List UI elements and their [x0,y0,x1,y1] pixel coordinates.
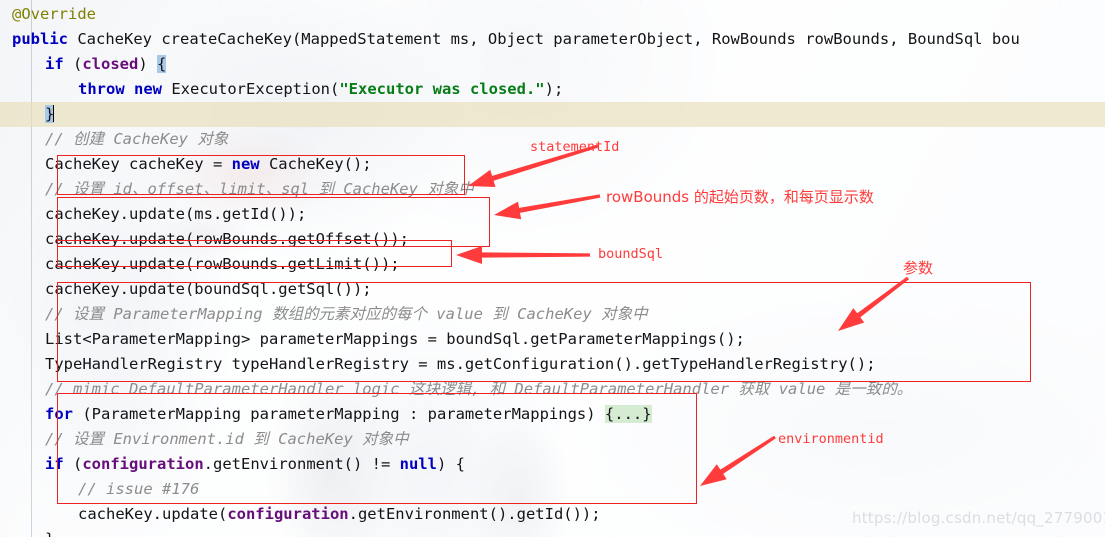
annotation-label-bound-sql: boundSql [598,246,664,262]
arrow-bound-sql [456,246,590,264]
annotation-label-statement-id: statementId [530,139,620,155]
arrow-environment-id [700,435,776,486]
arrow-parameters [838,276,909,331]
annotation-label-parameters: 参数 [903,259,934,277]
annotation-label-row-bounds: rowBounds 的起始页数，和每页显示数 [606,188,874,206]
annotation-label-environment-id: environmentid [778,431,884,447]
code-screenshot: @Override public CacheKey createCacheKey(… [0,0,1105,537]
arrow-row-bounds [494,194,601,220]
watermark: https://blog.csdn.net/qq_27790011 [852,509,1105,527]
arrows-svg [456,144,909,486]
